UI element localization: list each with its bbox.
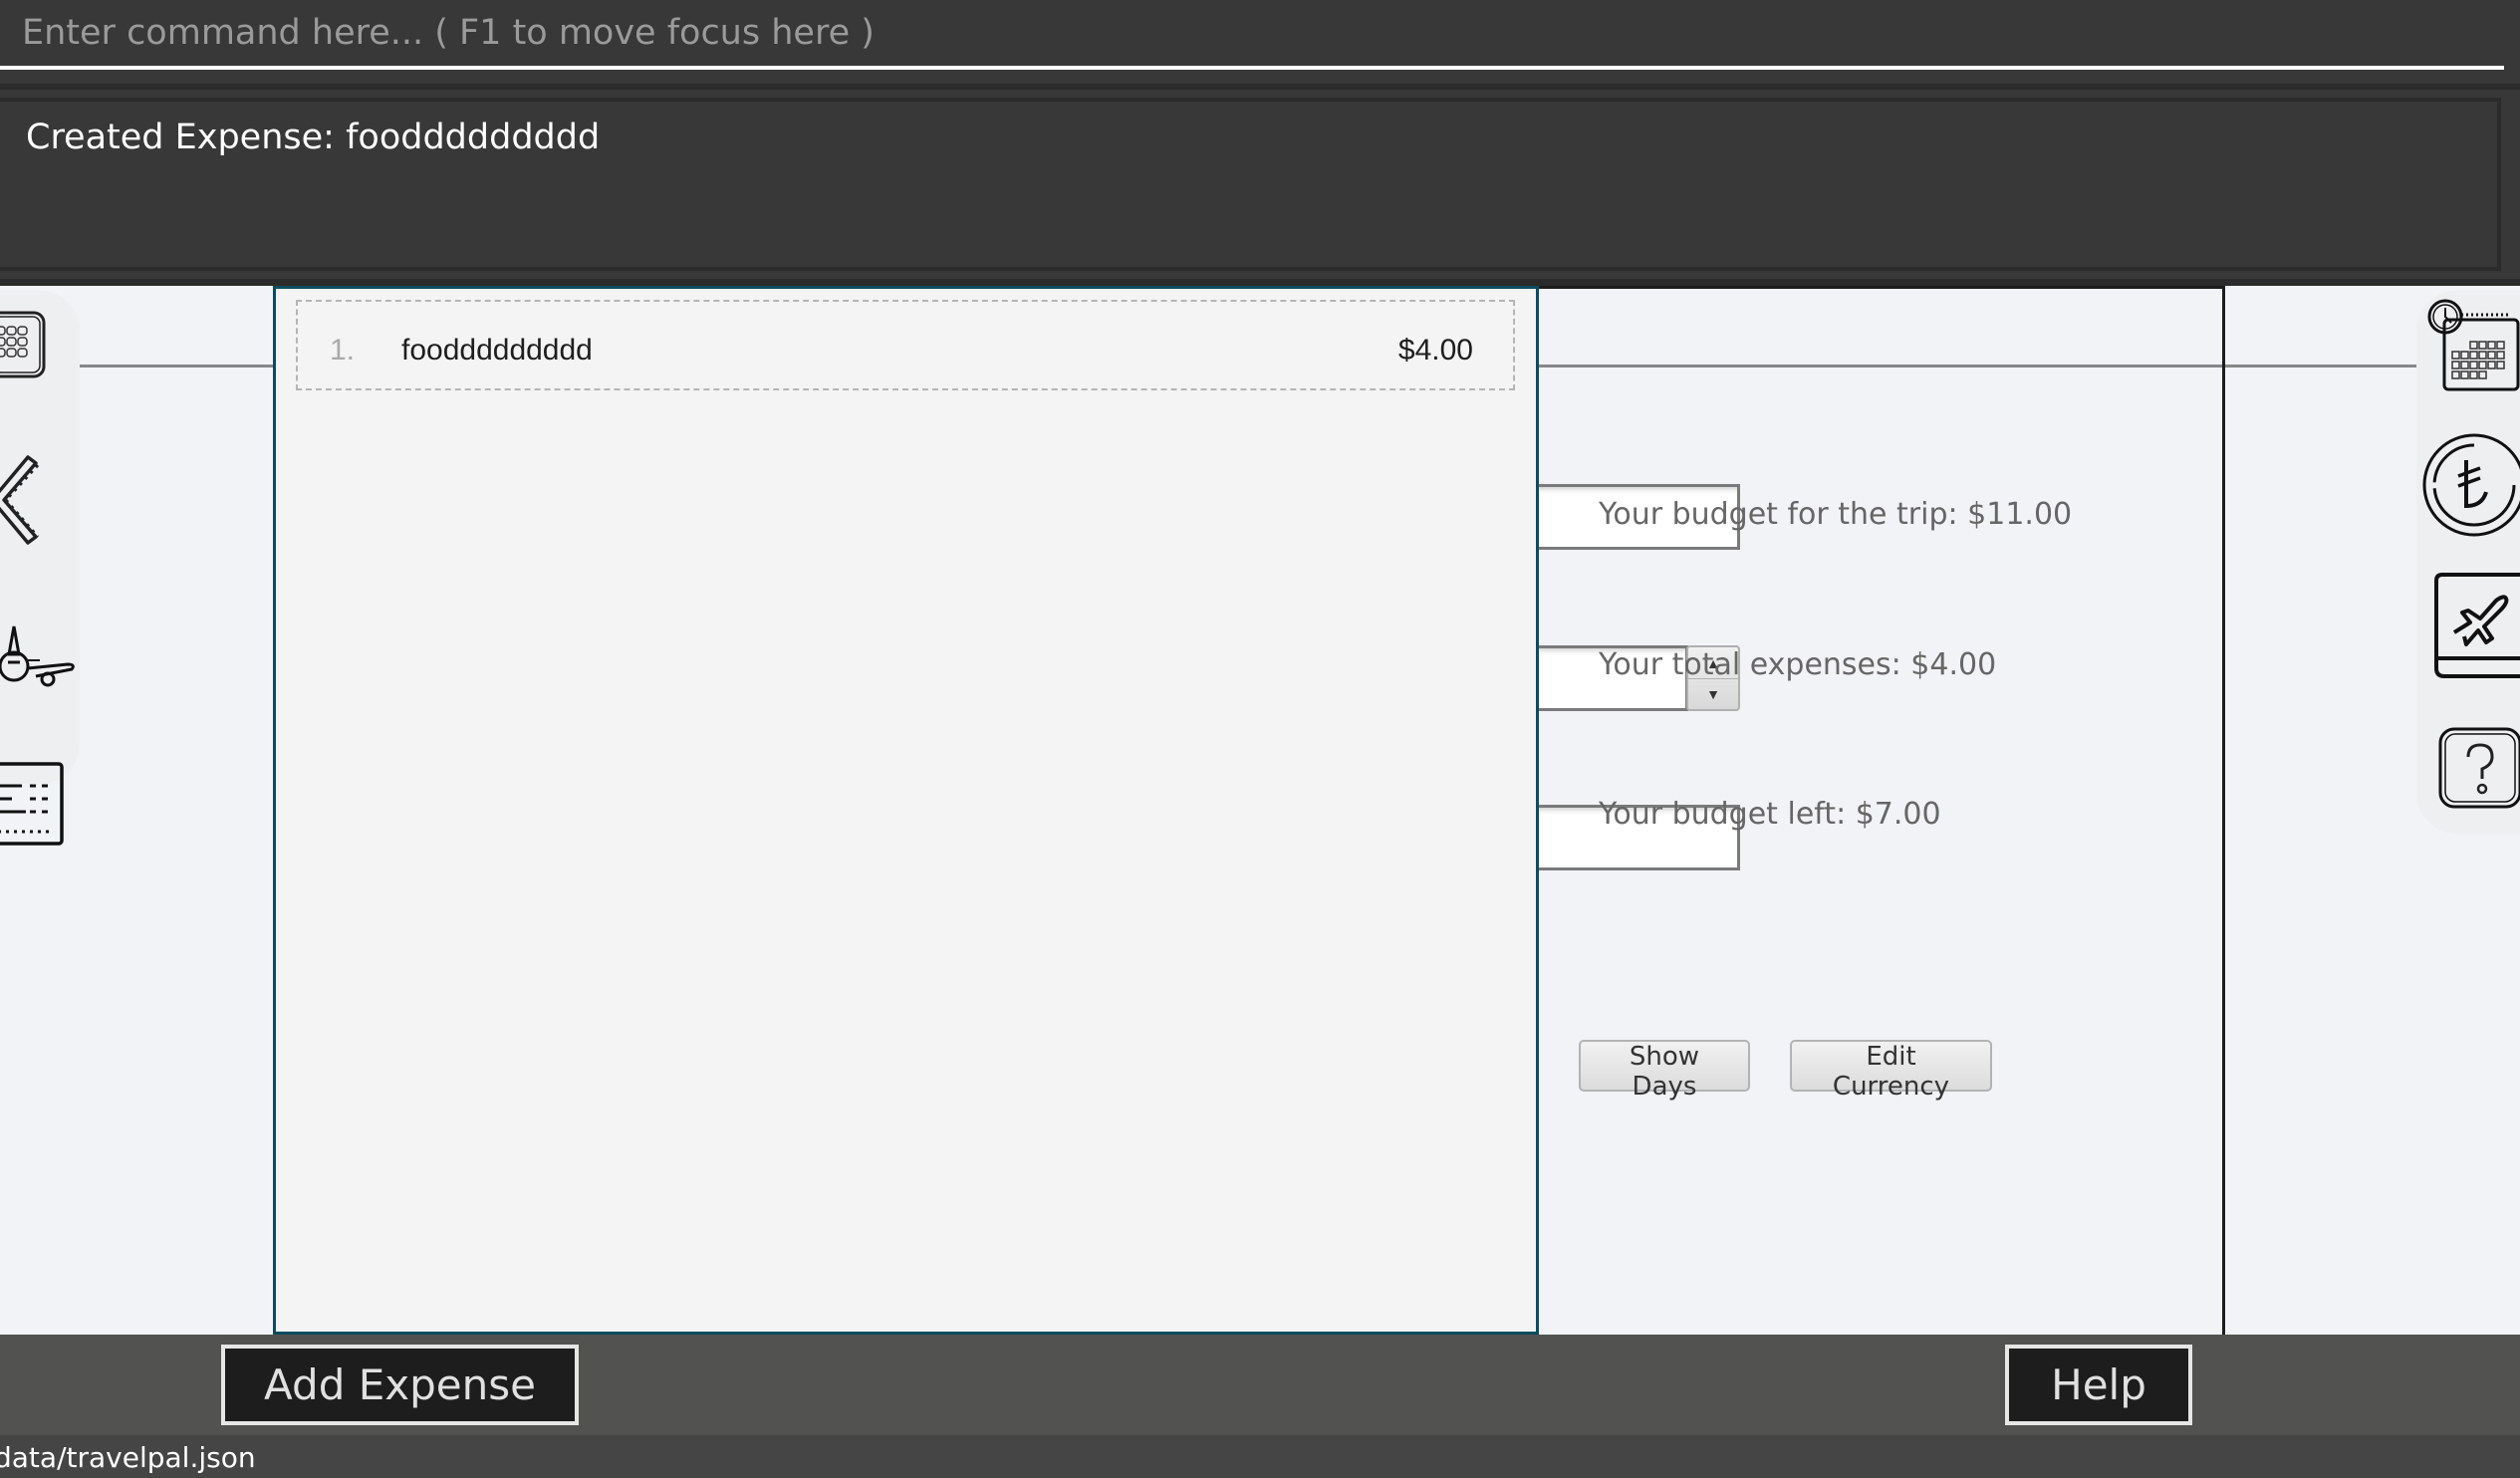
boarding-ticket-icon[interactable] bbox=[0, 762, 72, 857]
button-bar: Add Expense Help bbox=[0, 1335, 2520, 1435]
schedule-calendar-icon[interactable] bbox=[2426, 298, 2520, 397]
budget-panel: Your budget for the trip: $11.00 ▲ ▼ You… bbox=[1539, 286, 2225, 1335]
result-message: Created Expense: fooddddddddd bbox=[26, 118, 601, 157]
save-location: data/travelpal.json bbox=[0, 1441, 256, 1474]
expense-list-item[interactable]: 1. fooddddddddd $4.00 bbox=[296, 300, 1515, 390]
help-button[interactable]: Help bbox=[2005, 1345, 2192, 1425]
main-area: 1. fooddddddddd $4.00 Your budget for th… bbox=[0, 286, 2520, 1335]
command-input[interactable] bbox=[0, 0, 2504, 70]
calendar-keypad-icon[interactable] bbox=[0, 311, 58, 390]
edit-currency-button[interactable]: Edit Currency bbox=[1790, 1040, 1992, 1102]
currency-coin-icon[interactable] bbox=[2422, 430, 2520, 545]
status-bar: data/travelpal.json bbox=[0, 1435, 2520, 1478]
spinner-down-icon[interactable]: ▼ bbox=[1688, 678, 1738, 709]
show-days-button[interactable]: Show Days bbox=[1579, 1040, 1750, 1102]
budget-left-label: Your budget left: $7.00 bbox=[1599, 797, 1941, 832]
airplane-icon[interactable] bbox=[0, 624, 81, 699]
expense-amount: $4.00 bbox=[1397, 334, 1473, 367]
budget-label: Your budget for the trip: $11.00 bbox=[1599, 497, 2073, 532]
ruler-set-square-icon[interactable] bbox=[0, 445, 60, 560]
divider bbox=[0, 84, 2520, 90]
result-display: Created Expense: fooddddddddd bbox=[0, 98, 2501, 271]
expense-name: fooddddddddd bbox=[401, 334, 593, 367]
expense-index: 1. bbox=[330, 334, 356, 367]
expense-list-panel[interactable]: 1. fooddddddddd $4.00 bbox=[273, 286, 1539, 1335]
divider bbox=[0, 279, 2520, 286]
travel-book-icon[interactable] bbox=[2434, 573, 2520, 687]
add-expense-button[interactable]: Add Expense bbox=[221, 1345, 579, 1425]
total-expenses-label: Your total expenses: $4.00 bbox=[1599, 647, 1997, 682]
help-question-icon[interactable] bbox=[2438, 727, 2520, 817]
